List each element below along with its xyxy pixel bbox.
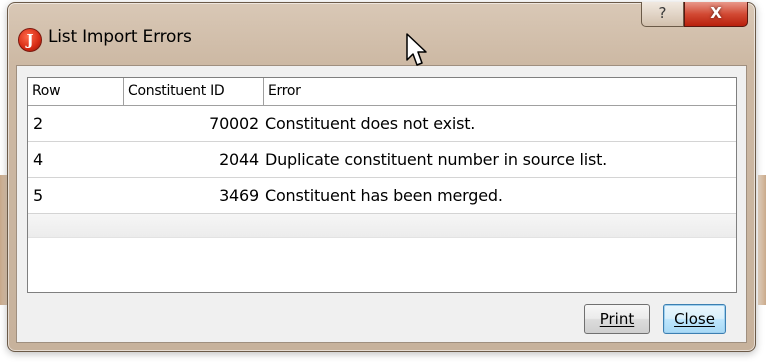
close-button-label: Close	[674, 310, 715, 328]
background-window-edge-right	[758, 175, 766, 305]
print-button[interactable]: Print	[584, 304, 650, 334]
error-cell: Duplicate constituent number in source l…	[265, 150, 608, 169]
mouse-cursor-icon	[406, 33, 427, 66]
errors-grid[interactable]: Row Constituent ID Error 2 70002 Constit…	[27, 77, 737, 293]
window-title: List Import Errors	[48, 27, 192, 47]
help-icon: ?	[658, 4, 667, 22]
grid-header: Row Constituent ID Error	[28, 78, 736, 106]
error-cell: Constituent does not exist.	[265, 114, 476, 133]
close-icon: X	[710, 4, 722, 22]
error-cell: Constituent has been merged.	[265, 186, 503, 205]
row-number-cell: 2	[33, 114, 43, 133]
column-header-error[interactable]: Error	[264, 78, 736, 105]
constituent-id-cell: 70002	[209, 114, 259, 133]
constituent-id-cell: 3469	[219, 186, 259, 205]
table-row[interactable]: 4 2044 Duplicate constituent number in s…	[28, 142, 736, 178]
constituent-id-cell: 2044	[219, 150, 259, 169]
grid-empty-area	[28, 214, 736, 238]
table-row[interactable]: 2 70002 Constituent does not exist.	[28, 106, 736, 142]
window-close-button[interactable]: X	[684, 2, 748, 27]
close-button[interactable]: Close	[663, 304, 726, 334]
column-header-constituent-id[interactable]: Constituent ID	[124, 78, 264, 105]
row-number-cell: 4	[33, 150, 43, 169]
dialog-content: Row Constituent ID Error 2 70002 Constit…	[16, 65, 747, 343]
print-button-label: Print	[599, 310, 635, 328]
list-import-errors-dialog: J List Import Errors ? X Row Constituent…	[7, 2, 756, 352]
app-logo-icon: J	[18, 28, 42, 52]
table-row[interactable]: 5 3469 Constituent has been merged.	[28, 178, 736, 214]
help-button[interactable]: ?	[641, 2, 684, 27]
title-bar[interactable]: J List Import Errors ? X	[8, 2, 755, 65]
row-number-cell: 5	[33, 186, 43, 205]
column-header-row[interactable]: Row	[28, 78, 124, 105]
